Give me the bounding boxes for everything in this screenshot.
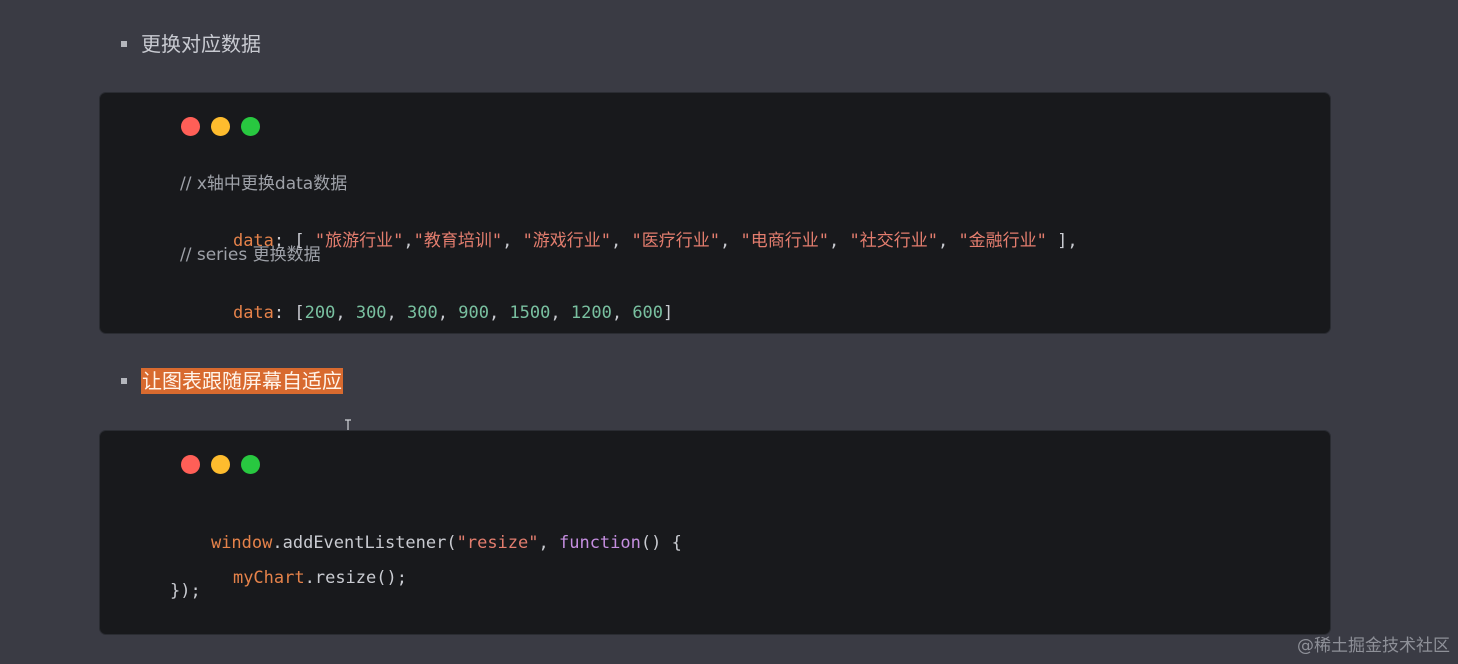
code-string: "游戏行业"	[522, 231, 612, 251]
code-block-resize[interactable]: window.addEventListener("resize", functi…	[99, 430, 1331, 635]
code-punc: ,	[437, 303, 459, 323]
code-comment-series: // series 更换数据	[180, 245, 321, 265]
code-string: "医疗行业"	[631, 231, 721, 251]
code-string: "旅游行业"	[314, 231, 404, 251]
close-dot-icon	[181, 455, 200, 474]
code-number: 600	[632, 303, 664, 323]
code-object: myChart	[232, 568, 305, 588]
code-number: 300	[407, 303, 438, 323]
minimize-dot-icon	[211, 455, 230, 474]
code-line-series-data: data: [200, 300, 300, 900, 1500, 1200, 6…	[192, 280, 673, 346]
code-punc: ,	[937, 231, 959, 251]
code-punc: ,	[720, 231, 741, 251]
section-heading-update-data: 更换对应数据	[141, 32, 261, 56]
code-line-xaxis-data: data: [ "旅游行业","教育培训", "游戏行业", "医疗行业", "…	[192, 208, 1078, 274]
code-number: 300	[355, 303, 387, 323]
code-punc: ,	[611, 231, 632, 251]
bullet-marker	[121, 41, 127, 47]
close-dot-icon	[181, 117, 200, 136]
code-block-data[interactable]: // x轴中更换data数据 data: [ "旅游行业","教育培训", "游…	[99, 92, 1331, 334]
code-punc: ,	[488, 303, 510, 323]
code-key: data	[232, 303, 274, 323]
code-string: "教育培训"	[413, 231, 503, 251]
list-item-update-data: 更换对应数据	[121, 31, 261, 57]
code-comment-xaxis: // x轴中更换data数据	[180, 174, 348, 194]
code-keyword: function	[558, 533, 641, 553]
code-punc: () {	[640, 533, 682, 553]
code-punc: ,	[502, 231, 523, 251]
watermark: @稀土掘金技术社区	[1297, 636, 1450, 656]
section-heading-resize[interactable]: 让图表跟随屏幕自适应	[141, 368, 343, 394]
code-number: 900	[458, 303, 489, 323]
code-punc: ,	[538, 533, 559, 553]
window-controls	[181, 117, 260, 136]
code-number: 1500	[509, 303, 551, 323]
code-punc: ,	[386, 303, 408, 323]
code-punc: : [	[273, 303, 305, 323]
code-punc: ,	[335, 303, 356, 323]
code-string: "金融行业"	[958, 231, 1047, 251]
code-number: 200	[304, 303, 336, 323]
maximize-dot-icon	[241, 117, 260, 136]
window-controls	[181, 455, 260, 474]
code-punc: ,	[403, 231, 414, 251]
list-item-resize: 让图表跟随屏幕自适应	[121, 368, 343, 394]
code-punc: ,	[611, 303, 633, 323]
code-punc: ,	[828, 231, 850, 251]
code-string: "电商行业"	[740, 231, 829, 251]
bullet-marker	[121, 378, 127, 384]
code-string: "resize"	[456, 533, 539, 553]
code-punc: ],	[1046, 231, 1078, 251]
code-line-resize-call: myChart.resize();	[192, 545, 407, 611]
code-punc: ]	[663, 303, 674, 323]
maximize-dot-icon	[241, 455, 260, 474]
code-punc: ,	[550, 303, 571, 323]
code-number: 1200	[570, 303, 612, 323]
code-method: .resize();	[304, 568, 407, 588]
minimize-dot-icon	[211, 117, 230, 136]
code-line-close: });	[170, 581, 201, 601]
code-string: "社交行业"	[849, 231, 938, 251]
